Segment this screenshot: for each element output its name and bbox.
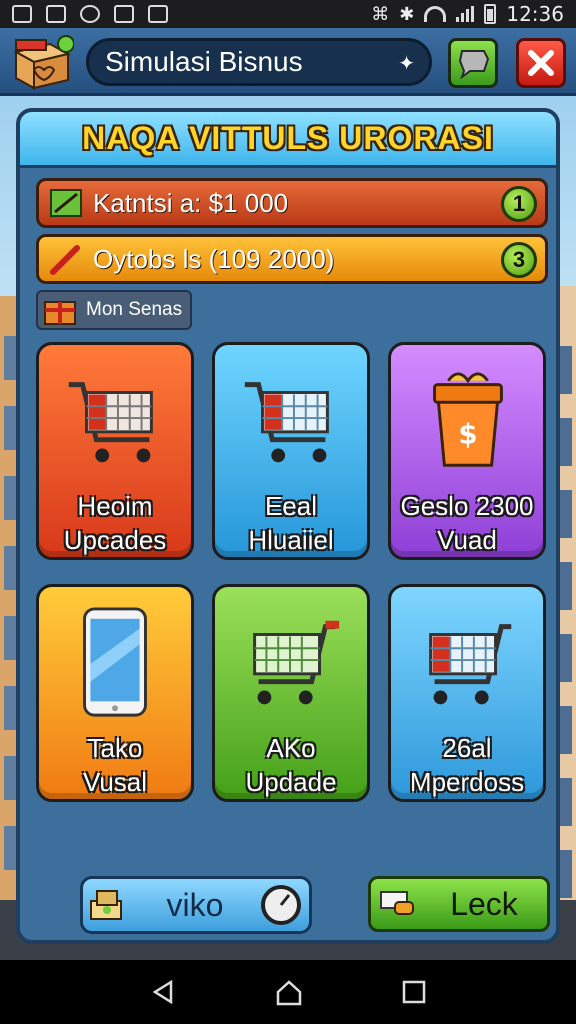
tile-label: Heoim Upcades bbox=[63, 491, 167, 555]
wifi-icon bbox=[424, 6, 447, 22]
status-bar: ⌘ ✱ 12:36 bbox=[0, 0, 576, 28]
stat-text-money: Katntsi a: $1 000 bbox=[93, 187, 289, 218]
tile-tako-vusal[interactable]: Tako Vusal bbox=[36, 584, 194, 802]
main-panel: NAQA VITTULS URORASI Katntsi a: $1 000 1… bbox=[16, 108, 560, 944]
clock: 12:36 bbox=[506, 2, 564, 26]
cart-icon bbox=[244, 382, 329, 463]
home-icon[interactable] bbox=[274, 978, 304, 1006]
cash-icon bbox=[90, 890, 122, 920]
tile-heoim-upcades[interactable]: Heoim Upcades bbox=[36, 342, 194, 560]
tile-geslo-2300-vuad[interactable]: $ Geslo 2300 Vuad bbox=[388, 342, 546, 560]
bluetooth-icon: ✱ bbox=[399, 3, 415, 25]
tile-label: 26al Mperdoss bbox=[409, 733, 525, 797]
leck-label: Leck bbox=[450, 885, 518, 922]
leck-button[interactable]: Leck bbox=[368, 876, 550, 932]
image-icon bbox=[46, 5, 66, 23]
tile-ako-updade[interactable]: AKo Updade bbox=[212, 584, 370, 802]
chat-bubble-icon bbox=[458, 50, 490, 79]
tile-label: Geslo 2300 Vuad bbox=[400, 491, 534, 555]
stat-bar-money[interactable]: Katntsi a: $1 000 1 bbox=[36, 178, 548, 228]
tile-26al-mperdoss[interactable]: 26al Mperdoss bbox=[388, 584, 546, 802]
signal-icon bbox=[456, 6, 475, 22]
chat-button[interactable] bbox=[448, 38, 498, 88]
app-title: Simulasi Bisnus bbox=[105, 46, 303, 77]
objects-count-badge: 3 bbox=[501, 242, 537, 278]
ticket-icon bbox=[380, 891, 414, 915]
tile-eeal-hluaiiel[interactable]: Eeal Hluaiiel bbox=[212, 342, 370, 560]
svg-text:$: $ bbox=[458, 419, 477, 451]
stat-text-objects: Oytobs ls (109 2000) bbox=[93, 243, 335, 274]
close-button[interactable] bbox=[516, 38, 566, 88]
vibrate-icon: ⌘ bbox=[371, 3, 390, 25]
viko-button[interactable]: viko bbox=[80, 876, 312, 934]
panel-title: NAQA VITTULS URORASI bbox=[82, 120, 494, 156]
tile-label: AKo Updade bbox=[245, 733, 337, 797]
money-count-badge: 1 bbox=[501, 186, 537, 222]
tile-label: Eeal Hluaiiel bbox=[248, 491, 334, 555]
sparkle-icon[interactable]: ✦ bbox=[398, 51, 415, 76]
back-icon[interactable] bbox=[149, 978, 177, 1006]
cart-icon bbox=[429, 624, 512, 705]
phone-icon bbox=[83, 607, 147, 717]
notification-icon bbox=[12, 5, 32, 23]
shop-box-icon[interactable] bbox=[10, 34, 74, 92]
navigation-bar bbox=[0, 960, 576, 1024]
gift-bag-icon: $ bbox=[433, 372, 503, 467]
panel-header: NAQA VITTULS URORASI bbox=[20, 112, 556, 168]
cart-icon bbox=[68, 382, 153, 463]
tile-label: Tako Vusal bbox=[82, 733, 148, 797]
gift-icon bbox=[44, 301, 76, 325]
section-tag[interactable]: Mon Senas bbox=[36, 290, 193, 330]
cart-icon bbox=[253, 620, 340, 705]
battery-icon bbox=[484, 4, 497, 24]
viko-label: viko bbox=[166, 886, 224, 923]
stat-bar-objects[interactable]: Oytobs ls (109 2000) 3 bbox=[36, 234, 548, 284]
app-icon bbox=[114, 5, 134, 23]
timer-icon bbox=[261, 885, 301, 925]
recents-icon[interactable] bbox=[401, 979, 427, 1005]
pencil-icon bbox=[49, 242, 83, 276]
section-tag-label: Mon Senas bbox=[86, 299, 183, 320]
alarm-icon bbox=[80, 5, 100, 23]
close-icon bbox=[528, 50, 554, 76]
game-icon bbox=[148, 5, 168, 23]
app-title-bar: Simulasi Bisnus ✦ bbox=[86, 38, 432, 86]
map-icon bbox=[49, 186, 83, 220]
top-header: Simulasi Bisnus ✦ bbox=[0, 28, 576, 96]
